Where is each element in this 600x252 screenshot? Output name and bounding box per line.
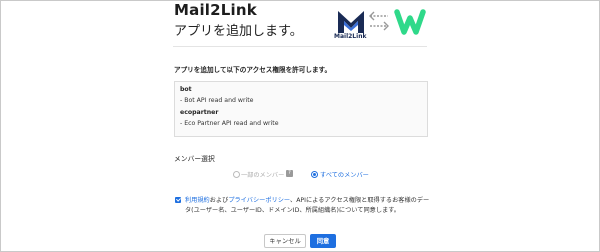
radio-all-members-label[interactable]: すべてのメンバー [320, 170, 369, 179]
terms-link[interactable]: 利用規約 [185, 197, 210, 204]
consent-checkbox[interactable] [175, 197, 181, 203]
page-subtitle: アプリを追加します。 [174, 24, 303, 39]
permissions-heading: アプリを追加して以下のアクセス権限を許可します。 [174, 66, 332, 74]
consent-and-text: および [209, 197, 229, 204]
permission-name: ecopartner [180, 109, 219, 116]
radio-partial-members-label: 一部のメンバー [241, 172, 285, 179]
permissions-box: bot - Bot API read and write ecopartner … [174, 81, 428, 137]
agree-button[interactable]: 同意 [310, 234, 336, 248]
w-app-logo-icon [394, 9, 426, 35]
header-divider [173, 46, 427, 47]
app-logos: Mail2Link [334, 3, 426, 43]
cancel-button[interactable]: キャンセル [264, 234, 306, 248]
permission-name: bot [180, 86, 192, 93]
exchange-arrows-icon [369, 11, 389, 31]
member-selection-heading: メンバー選択 [174, 155, 215, 163]
consent-text: 利用規約およびプライバシーポリシー、APIによるアクセス権限と取得するお客様のデ… [185, 196, 430, 216]
mail2link-logo-text: Mail2Link [334, 33, 367, 40]
permission-description: - Bot API read and write [180, 97, 254, 104]
radio-all-members[interactable] [311, 171, 318, 178]
app-title: Mail2Link [174, 1, 257, 19]
radio-partial-members[interactable] [233, 171, 240, 178]
privacy-policy-link[interactable]: プライバシーポリシー [228, 197, 290, 204]
help-icon[interactable]: ? [286, 170, 293, 177]
permission-description: - Eco Partner API read and write [180, 120, 279, 127]
